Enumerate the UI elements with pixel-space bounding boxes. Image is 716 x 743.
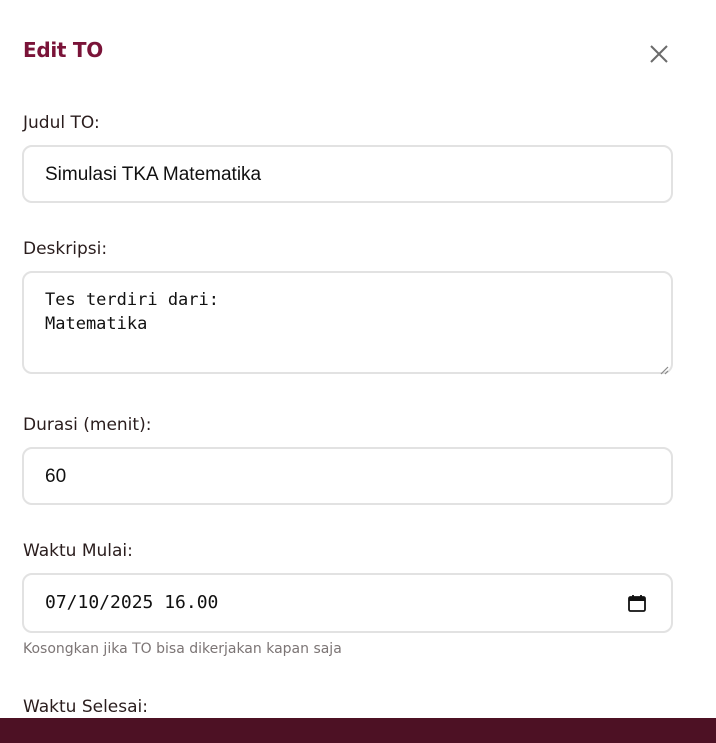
close-icon[interactable] xyxy=(646,41,672,67)
start-time-label: Waktu Mulai: xyxy=(23,541,133,561)
description-textarea[interactable]: Tes terdiri dari: Matematika xyxy=(22,271,673,375)
edit-to-modal: Edit TO Judul TO: Simulasi TKA Matematik… xyxy=(0,0,716,718)
resize-handle-icon[interactable] xyxy=(659,360,669,375)
duration-input-value: 60 xyxy=(45,466,67,487)
start-time-input[interactable]: 07/10/2025 16.00 xyxy=(22,573,673,633)
title-input[interactable]: Simulasi TKA Matematika xyxy=(22,145,673,203)
description-label: Deskripsi: xyxy=(23,239,108,259)
title-label: Judul TO: xyxy=(23,113,100,133)
duration-label: Durasi (menit): xyxy=(23,415,152,435)
description-textarea-value: Tes terdiri dari: Matematika xyxy=(45,290,219,334)
start-time-hint: Kosongkan jika TO bisa dikerjakan kapan … xyxy=(23,641,342,657)
start-time-input-value: 07/10/2025 16.00 xyxy=(45,592,219,613)
end-time-label: Waktu Selesai: xyxy=(23,697,148,717)
duration-input[interactable]: 60 xyxy=(22,447,673,505)
title-input-value: Simulasi TKA Matematika xyxy=(45,164,262,185)
bottom-bar xyxy=(0,718,716,743)
modal-title: Edit TO xyxy=(23,38,103,62)
calendar-icon[interactable] xyxy=(627,593,647,613)
